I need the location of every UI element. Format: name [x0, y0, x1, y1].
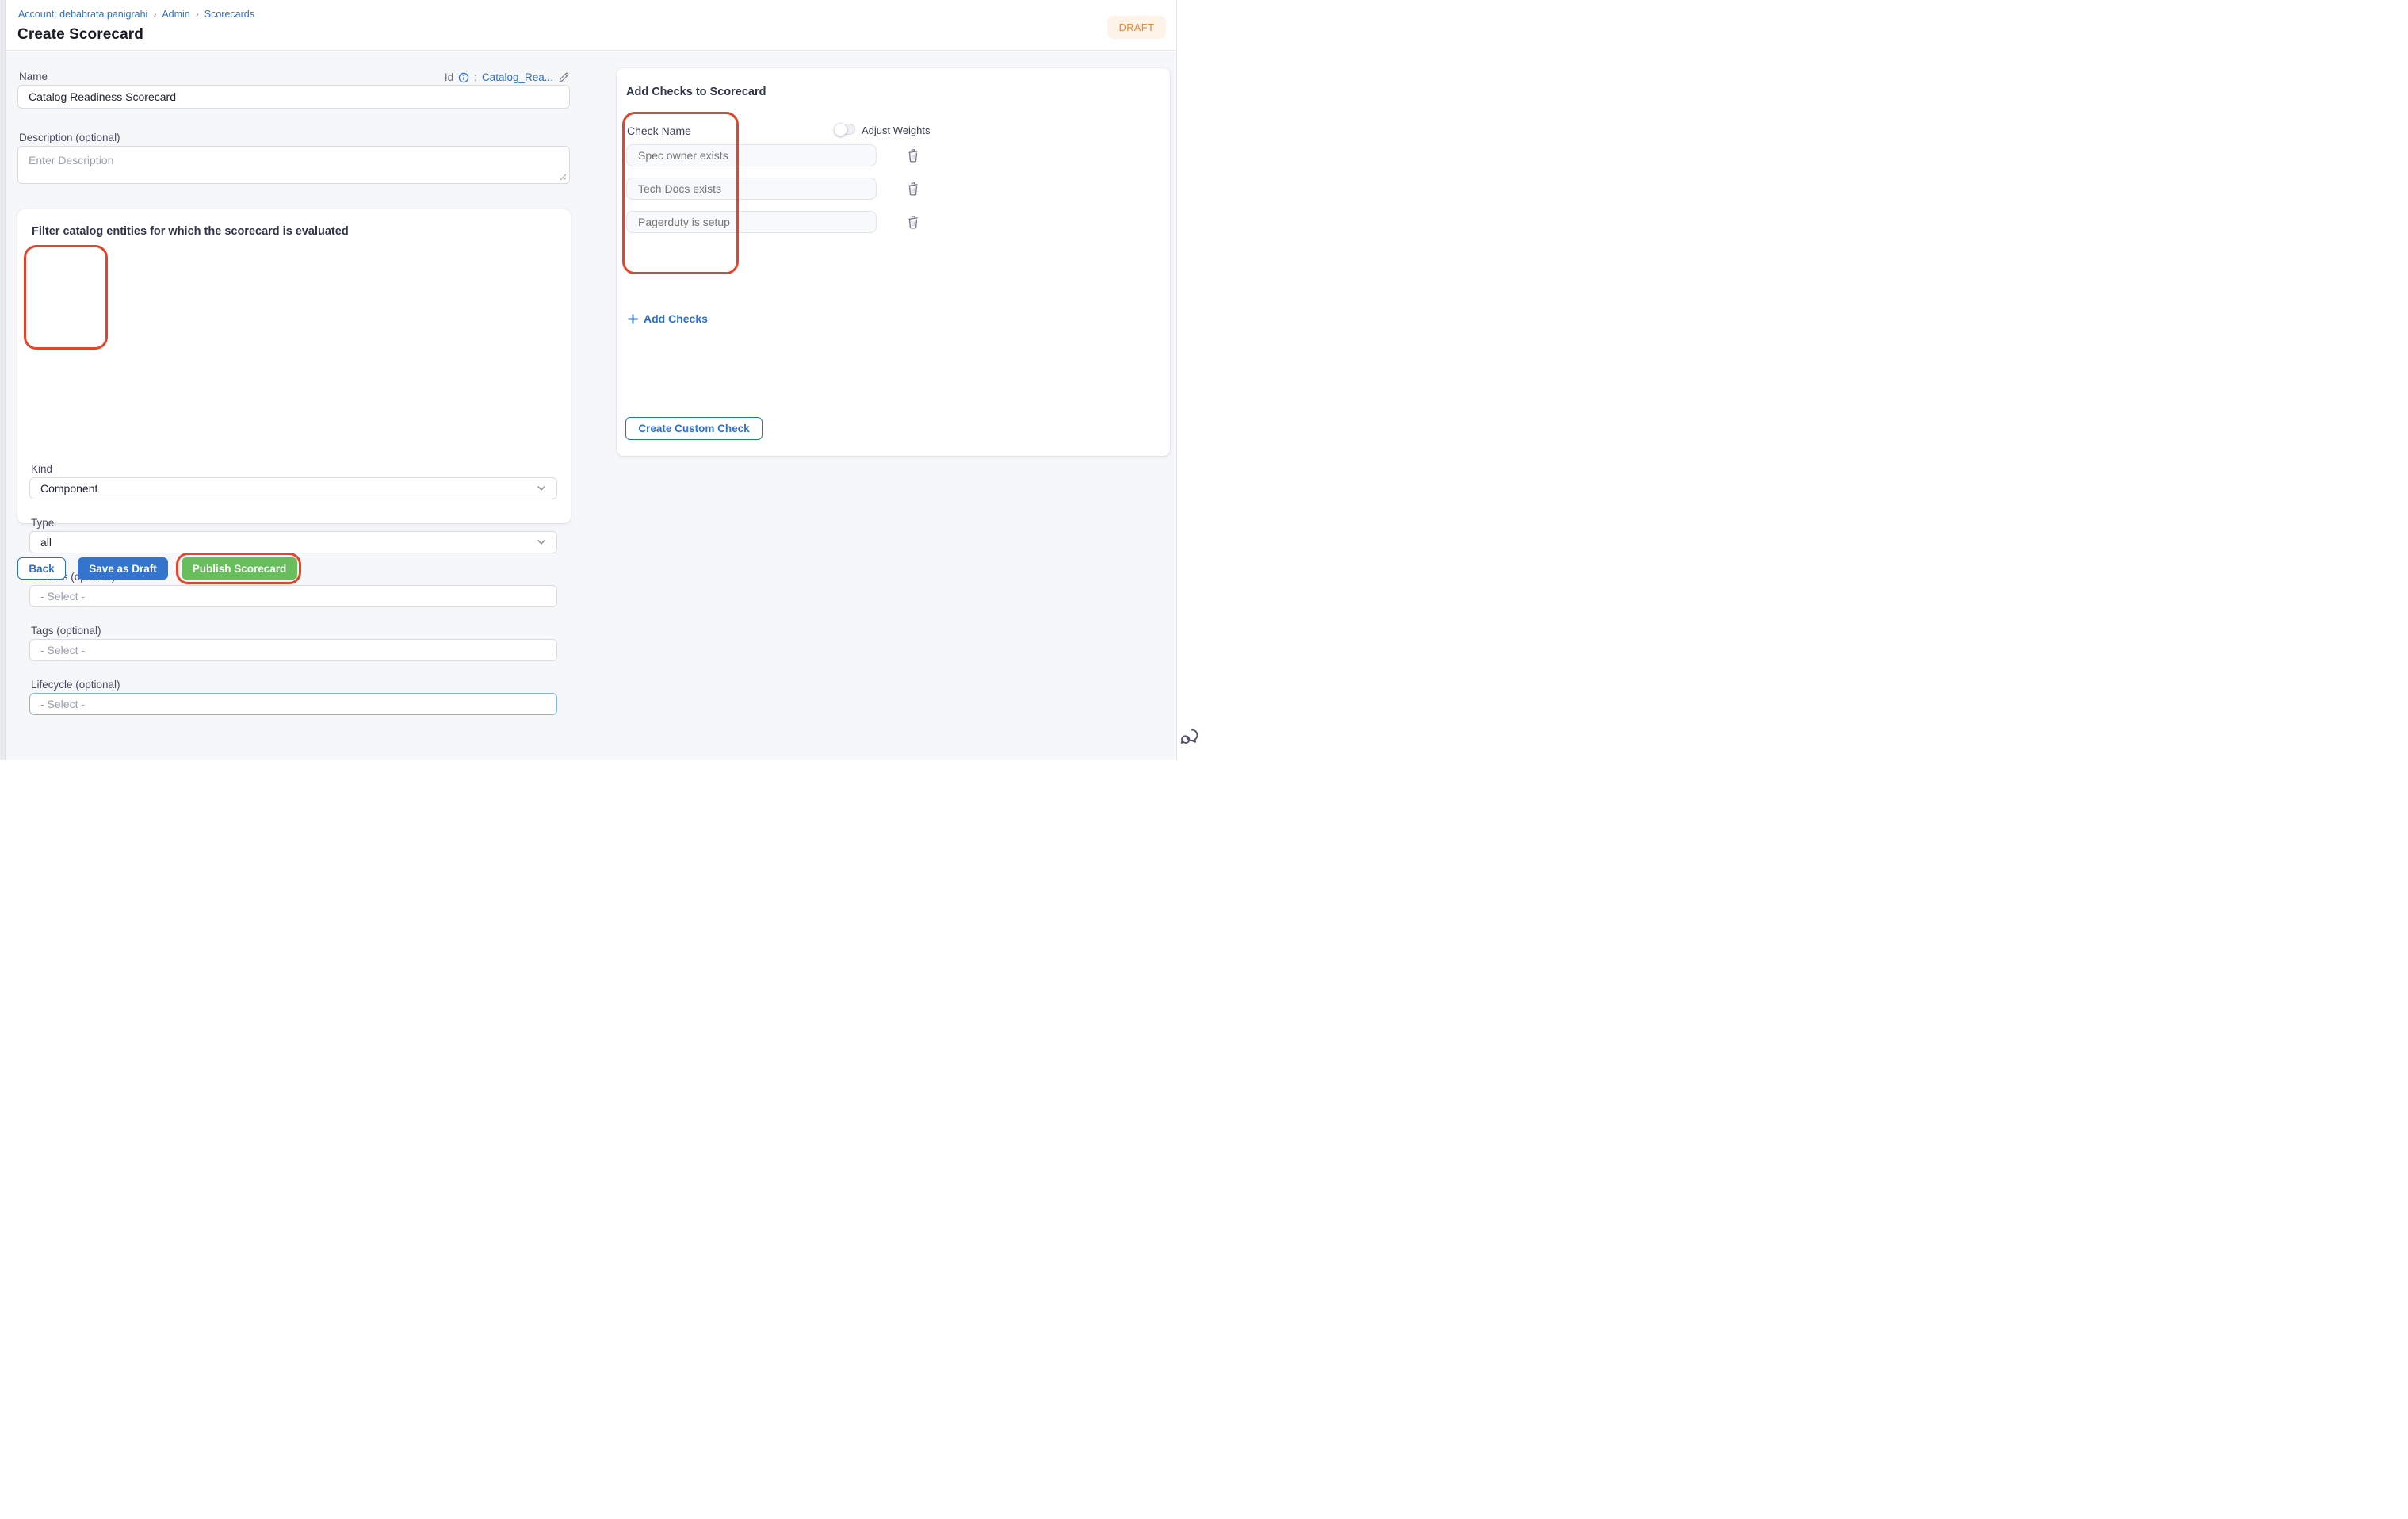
add-checks-title: Add Checks to Scorecard	[626, 86, 766, 98]
type-select[interactable]: all	[29, 531, 557, 553]
owners-select-placeholder: - Select -	[40, 590, 85, 603]
add-checks-button[interactable]: Add Checks	[628, 312, 708, 325]
lifecycle-select-placeholder: - Select -	[40, 698, 85, 710]
delete-check-2-button[interactable]	[905, 180, 921, 197]
name-label: Name	[19, 71, 48, 82]
add-checks-label: Add Checks	[644, 312, 708, 325]
chevron-down-icon	[537, 485, 546, 492]
back-button[interactable]: Back	[17, 557, 66, 580]
description-textarea[interactable]	[17, 146, 570, 184]
breadcrumb-separator-icon: ›	[196, 9, 199, 20]
adjust-weights-label: Adjust Weights	[862, 124, 930, 136]
chat-support-button[interactable]	[1179, 726, 1201, 748]
plus-icon	[628, 314, 638, 324]
save-as-draft-button[interactable]: Save as Draft	[78, 557, 168, 580]
scorecard-id-row: Id : Catalog_Rea...	[445, 71, 570, 83]
draft-status-badge: DRAFT	[1107, 16, 1166, 39]
type-label: Type	[31, 517, 54, 529]
lifecycle-label: Lifecycle (optional)	[31, 679, 120, 691]
tags-label: Tags (optional)	[31, 625, 101, 637]
check-input-1[interactable]	[626, 144, 877, 166]
kind-select[interactable]: Component	[29, 477, 557, 499]
description-label: Description (optional)	[19, 132, 120, 143]
kind-label: Kind	[31, 463, 52, 475]
id-label: Id	[445, 71, 453, 83]
page-title: Create Scorecard	[17, 26, 143, 44]
add-checks-card: Add Checks to Scorecard Check Name Adjus…	[617, 68, 1170, 456]
trash-icon	[907, 215, 919, 229]
collapsed-sidebar-edge	[0, 0, 6, 760]
publish-scorecard-button[interactable]: Publish Scorecard	[182, 557, 297, 580]
breadcrumb-scorecards-link[interactable]: Scorecards	[204, 9, 254, 20]
check-input-3[interactable]	[626, 211, 877, 233]
breadcrumb: Account: debabrata.panigrahi › Admin › S…	[18, 9, 254, 20]
filter-entities-card: Filter catalog entities for which the sc…	[17, 209, 571, 523]
id-colon: :	[474, 71, 477, 83]
info-icon[interactable]	[458, 72, 469, 83]
type-select-value: all	[40, 536, 52, 549]
tags-select[interactable]: - Select -	[29, 639, 557, 661]
chat-icon	[1179, 726, 1201, 748]
owners-select[interactable]: - Select -	[29, 585, 557, 607]
kind-select-value: Component	[40, 482, 97, 495]
description-field-wrap	[17, 146, 570, 184]
delete-check-3-button[interactable]	[905, 213, 921, 231]
name-field-wrap	[17, 85, 570, 109]
tags-select-placeholder: - Select -	[40, 644, 85, 656]
delete-check-1-button[interactable]	[905, 147, 921, 164]
check-input-2[interactable]	[626, 178, 877, 200]
breadcrumb-separator-icon: ›	[153, 9, 156, 20]
trash-icon	[907, 148, 919, 163]
create-custom-check-button[interactable]: Create Custom Check	[625, 417, 763, 440]
chevron-down-icon	[537, 539, 546, 545]
lifecycle-select[interactable]: - Select -	[29, 693, 557, 715]
breadcrumb-admin-link[interactable]: Admin	[162, 9, 189, 20]
filter-card-title: Filter catalog entities for which the sc…	[32, 225, 349, 238]
right-margin-strip	[1176, 0, 1204, 760]
adjust-weights-toggle[interactable]	[835, 124, 855, 135]
name-input[interactable]	[17, 85, 570, 109]
scorecard-id-link[interactable]: Catalog_Rea...	[482, 71, 553, 83]
trash-icon	[907, 182, 919, 196]
toggle-knob	[834, 123, 847, 136]
breadcrumb-account-link[interactable]: Account: debabrata.panigrahi	[18, 9, 147, 20]
check-name-column-header: Check Name	[627, 124, 691, 137]
page-header	[6, 0, 1176, 51]
edit-id-icon[interactable]	[558, 71, 570, 83]
